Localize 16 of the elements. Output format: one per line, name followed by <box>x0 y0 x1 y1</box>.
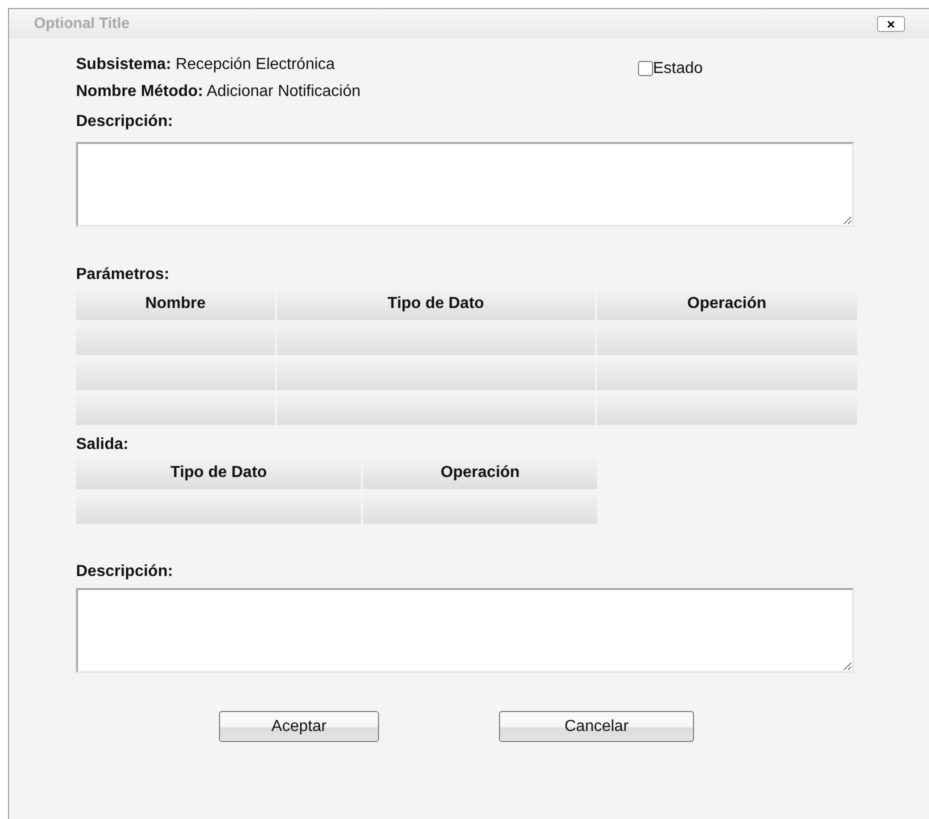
section-label: Salida: <box>76 435 130 454</box>
estado-checkbox[interactable] <box>638 61 653 76</box>
window-title: Optional Title <box>34 14 130 34</box>
description-field[interactable] <box>76 142 854 227</box>
section-label: Parámetros: <box>76 265 170 285</box>
checkbox-label: Estado <box>653 58 703 78</box>
accept-button[interactable]: Aceptar <box>219 711 379 742</box>
cancel-button[interactable]: Cancelar <box>499 711 694 742</box>
field-label: Descripción: <box>76 112 174 132</box>
field-label: Nombre Método: <box>76 83 204 100</box>
field-value: Recepción Electrónica <box>176 56 335 73</box>
close-button[interactable]: × <box>877 16 905 32</box>
field-label: Descripción: <box>76 562 174 582</box>
description-field[interactable] <box>76 588 854 673</box>
field-label: Subsistema: <box>76 56 172 73</box>
field-value: Adicionar Notificación <box>206 83 361 100</box>
